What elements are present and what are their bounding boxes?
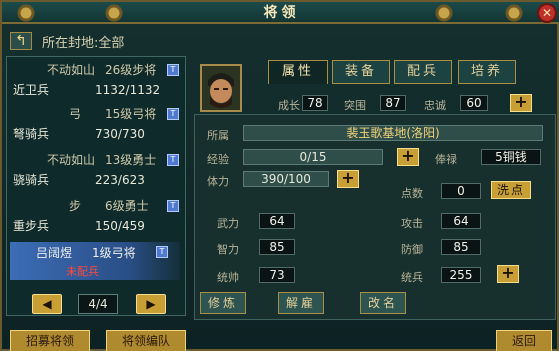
- list-item[interactable]: 不动如山 13级勇士 T: [13, 151, 185, 169]
- selected-general-status: 未配兵: [66, 265, 99, 278]
- loyalty-value: 60: [460, 95, 488, 111]
- breakthrough-label: 突围: [344, 99, 366, 112]
- ornament-mid-left-icon: [92, 4, 136, 22]
- points-label: 点数: [401, 187, 423, 200]
- rename-button[interactable]: 改名: [360, 292, 406, 314]
- growth-value: 78: [302, 95, 328, 111]
- troop-count: 730/730: [95, 127, 145, 141]
- loyalty-plus-button[interactable]: +: [510, 94, 532, 112]
- dismiss-button[interactable]: 解雇: [278, 292, 324, 314]
- page-indicator: 4/4: [78, 294, 118, 314]
- back-arrow-icon[interactable]: ↰: [10, 32, 32, 50]
- attr-label: 武力: [217, 217, 239, 230]
- general-window: 将领 ✕ ↰ 所在封地:全部 不动如山 26级步将 T 近卫兵 1132/113…: [0, 0, 559, 351]
- general-face-icon: [202, 66, 240, 110]
- list-item[interactable]: 骁骑兵 223/623: [13, 171, 185, 189]
- info-badge-icon[interactable]: T: [167, 200, 179, 212]
- list-item[interactable]: 弩骑兵 730/730: [13, 125, 185, 143]
- stamina-plus-button[interactable]: +: [337, 170, 359, 188]
- list-item[interactable]: 步 6级勇士 T: [13, 197, 185, 215]
- info-badge-icon[interactable]: T: [167, 108, 179, 120]
- exp-plus-button[interactable]: +: [397, 148, 419, 166]
- tab-training[interactable]: 培养: [458, 60, 516, 84]
- general-level: 6级勇士: [105, 199, 149, 213]
- attr-label: 统帅: [217, 271, 239, 284]
- general-skill: 不动如山: [47, 153, 96, 167]
- attribute-panel: 所属 裴玉歌基地(洛阳) 经验 0/15 + 俸禄 5铜钱 体力 390/100…: [194, 114, 556, 320]
- train-button[interactable]: 修炼: [200, 292, 246, 314]
- attr-label: 智力: [217, 243, 239, 256]
- general-level: 13级勇士: [105, 153, 157, 167]
- list-item[interactable]: 弓 15级弓将 T: [13, 105, 185, 123]
- info-badge-icon[interactable]: T: [156, 246, 168, 258]
- next-page-button[interactable]: ▶: [136, 294, 166, 314]
- general-formation-button[interactable]: 将领编队: [106, 330, 186, 351]
- pager: ◀ 4/4 ▶: [32, 294, 166, 316]
- location-filter[interactable]: 所在封地:全部: [42, 32, 124, 51]
- list-item[interactable]: 不动如山 26级步将 T: [13, 61, 185, 79]
- stamina-bar: 390/100: [243, 171, 329, 187]
- exp-label: 经验: [207, 153, 229, 166]
- growth-label: 成长: [278, 99, 300, 112]
- stamina-label: 体力: [207, 175, 229, 188]
- combat-label: 防御: [401, 243, 423, 256]
- wash-points-button[interactable]: 洗点: [491, 181, 531, 199]
- attr-value: 85: [259, 239, 295, 255]
- troop-name: 重步兵: [13, 219, 50, 233]
- attr-value: 64: [259, 213, 295, 229]
- troop-count: 1132/1132: [95, 83, 161, 97]
- title-bar: 将领 ✕: [2, 2, 559, 24]
- troop-count: 223/623: [95, 173, 145, 187]
- ornament-mid-right-icon: [422, 4, 466, 22]
- close-button[interactable]: ✕: [537, 3, 557, 23]
- tab-attributes[interactable]: 属性: [268, 60, 328, 84]
- general-skill: 步: [69, 199, 82, 213]
- salary-value: 5铜钱: [481, 149, 541, 165]
- belong-label: 所属: [207, 129, 229, 142]
- selected-general-name: 吕阔煜: [36, 246, 73, 260]
- points-value: 0: [441, 183, 481, 199]
- info-badge-icon[interactable]: T: [167, 154, 179, 166]
- troop-name: 骁骑兵: [13, 173, 50, 187]
- tab-troops[interactable]: 配兵: [394, 60, 452, 84]
- breakthrough-value: 87: [380, 95, 406, 111]
- selected-general-item[interactable]: 吕阔煜 1级弓将 T 未配兵: [10, 242, 180, 280]
- ornament-right-icon: [492, 4, 536, 22]
- return-button[interactable]: 返回: [496, 330, 552, 351]
- ornament-left-icon: [4, 4, 48, 22]
- combat-label: 攻击: [401, 217, 423, 230]
- general-level: 15级弓将: [105, 107, 157, 121]
- troop-name: 弩骑兵: [13, 127, 50, 141]
- general-level: 26级步将: [105, 63, 157, 77]
- list-item[interactable]: 近卫兵 1132/1132: [13, 81, 185, 99]
- info-badge-icon[interactable]: T: [167, 64, 179, 76]
- general-portrait: [200, 64, 242, 112]
- exp-bar: 0/15: [243, 149, 383, 165]
- combat-label: 统兵: [401, 271, 423, 284]
- recruit-general-button[interactable]: 招募将领: [10, 330, 90, 351]
- attr-value: 73: [259, 267, 295, 283]
- selected-general-level: 1级弓将: [92, 246, 136, 260]
- combat-value: 85: [441, 239, 481, 255]
- troop-name: 近卫兵: [13, 83, 50, 97]
- combat-value: 255: [441, 267, 481, 283]
- general-skill: 不动如山: [47, 63, 96, 77]
- salary-label: 俸禄: [435, 153, 457, 166]
- general-skill: 弓: [69, 107, 82, 121]
- list-item[interactable]: 重步兵 150/459: [13, 217, 185, 235]
- command-plus-button[interactable]: +: [497, 265, 519, 283]
- combat-value: 64: [441, 213, 481, 229]
- tab-equipment[interactable]: 装备: [332, 60, 390, 84]
- prev-page-button[interactable]: ◀: [32, 294, 62, 314]
- loyalty-label: 忠诚: [424, 99, 446, 112]
- troop-count: 150/459: [95, 219, 145, 233]
- window-title: 将领: [263, 5, 300, 21]
- belong-value: 裴玉歌基地(洛阳): [243, 125, 543, 141]
